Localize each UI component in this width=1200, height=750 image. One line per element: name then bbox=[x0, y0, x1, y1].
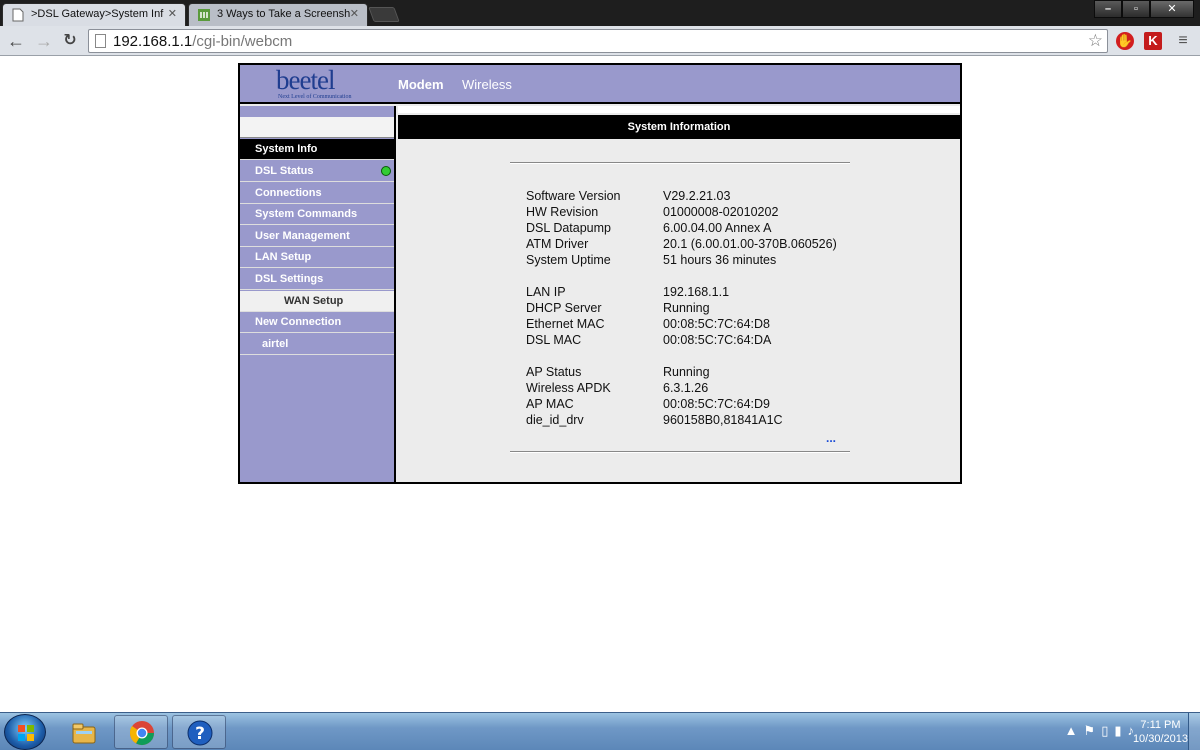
sidebar-item-label: DSL Status bbox=[255, 165, 314, 177]
new-tab-button[interactable] bbox=[368, 7, 400, 22]
help-icon: ? bbox=[187, 720, 213, 746]
info-row-dsl-datapump: DSL Datapump 6.00.04.00 Annex A bbox=[526, 221, 772, 235]
more-info-link[interactable]: ... bbox=[826, 431, 836, 445]
clock-time: 7:11 PM bbox=[1140, 719, 1181, 731]
page-icon bbox=[95, 34, 106, 48]
forward-arrow-icon[interactable]: → bbox=[34, 31, 54, 51]
tab-title: >DSL Gateway>System Inf bbox=[31, 8, 164, 20]
sidebar-item-lan-setup[interactable]: LAN Setup bbox=[240, 247, 394, 268]
sidebar-item-new-connection[interactable]: New Connection bbox=[240, 312, 394, 333]
svg-text:?: ? bbox=[195, 724, 205, 744]
info-row-dsl-mac: DSL MAC 00:08:5C:7C:64:DA bbox=[526, 333, 772, 347]
tab-close-icon[interactable]: ✕ bbox=[350, 4, 359, 25]
show-desktop-button[interactable] bbox=[1188, 713, 1200, 750]
info-row-ap-status: AP Status Running bbox=[526, 365, 710, 379]
start-button[interactable] bbox=[4, 714, 46, 750]
browser-toolbar: ← → ↻ 192.168.1.1/cgi-bin/webcm ☆ ✋ K ≡ bbox=[0, 26, 1200, 56]
info-row-lan-ip: LAN IP 192.168.1.1 bbox=[526, 285, 730, 299]
divider bbox=[510, 451, 850, 453]
bookmark-star-icon[interactable]: ☆ bbox=[1088, 30, 1103, 52]
taskbar-chrome[interactable] bbox=[114, 715, 168, 749]
minimize-button[interactable]: – bbox=[1094, 0, 1122, 18]
url-text[interactable]: 192.168.1.1/cgi-bin/webcm bbox=[113, 32, 292, 51]
beetel-logo: beetel Next Level of Communication bbox=[276, 65, 352, 101]
reload-icon[interactable]: ↻ bbox=[60, 31, 80, 51]
info-row-die-id-drv: die_id_drv 960158B0,81841A1C bbox=[526, 413, 783, 427]
info-row-atm-driver: ATM Driver 20.1 (6.00.01.00-370B.060526) bbox=[526, 237, 837, 251]
browser-tab-strip: >DSL Gateway>System Inf ✕ 3 Ways to Take… bbox=[0, 0, 1200, 26]
taskbar-help[interactable]: ? bbox=[172, 715, 226, 749]
menu-icon[interactable]: ≡ bbox=[1174, 32, 1192, 50]
content-strip bbox=[398, 106, 960, 113]
router-admin-page: beetel Next Level of Communication Modem… bbox=[238, 63, 962, 484]
sidebar-nav: System Info DSL Status Connections Syste… bbox=[240, 106, 396, 482]
tab-close-icon[interactable]: ✕ bbox=[168, 4, 177, 25]
dsl-status-indicator-icon bbox=[381, 166, 391, 176]
page-title: System Information bbox=[398, 115, 960, 139]
chrome-icon bbox=[129, 721, 154, 746]
safely-remove-icon[interactable]: ▯ bbox=[1101, 723, 1114, 738]
address-bar[interactable]: 192.168.1.1/cgi-bin/webcm ☆ bbox=[88, 29, 1108, 53]
tab-dsl-gateway[interactable]: >DSL Gateway>System Inf ✕ bbox=[2, 3, 186, 26]
wikihow-icon bbox=[198, 9, 210, 21]
sidebar-item-airtel[interactable]: airtel bbox=[240, 334, 394, 355]
action-center-flag-icon[interactable]: ⚑ bbox=[1084, 723, 1102, 738]
back-arrow-icon[interactable]: ← bbox=[6, 31, 26, 51]
clock-date: 10/30/2013 bbox=[1132, 733, 1188, 745]
info-row-dhcp-server: DHCP Server Running bbox=[526, 301, 710, 315]
divider bbox=[510, 162, 850, 164]
taskbar-explorer[interactable] bbox=[56, 715, 110, 749]
router-header: beetel Next Level of Communication Modem… bbox=[240, 65, 960, 104]
sidebar-item-system-info[interactable]: System Info bbox=[240, 139, 394, 160]
info-row-hw-revision: HW Revision 01000008-02010202 bbox=[526, 205, 779, 219]
sidebar-spacer bbox=[240, 117, 394, 138]
sidebar-item-dsl-status[interactable]: DSL Status bbox=[240, 161, 394, 182]
system-clock[interactable]: 7:11 PM 10/30/2013 bbox=[1133, 718, 1188, 746]
info-row-ap-mac: AP MAC 00:08:5C:7C:64:D9 bbox=[526, 397, 771, 411]
window-controls: – ▫ ✕ bbox=[1094, 0, 1194, 20]
info-row-wireless-apdk: Wireless APDK 6.3.1.26 bbox=[526, 381, 709, 395]
tab-title: 3 Ways to Take a Screensh bbox=[217, 8, 351, 20]
kaspersky-icon[interactable]: K bbox=[1144, 32, 1162, 50]
sidebar-item-wan-setup[interactable]: WAN Setup bbox=[240, 291, 394, 312]
page-icon bbox=[12, 8, 24, 22]
tab-modem[interactable]: Modem bbox=[398, 77, 444, 92]
info-row-ethernet-mac: Ethernet MAC 00:08:5C:7C:64:D8 bbox=[526, 317, 771, 331]
network-signal-icon[interactable]: ▮ bbox=[1114, 723, 1127, 738]
adblock-stop-icon[interactable]: ✋ bbox=[1116, 32, 1134, 50]
info-row-system-uptime: System Uptime 51 hours 36 minutes bbox=[526, 253, 777, 267]
sidebar-item-dsl-settings[interactable]: DSL Settings bbox=[240, 269, 394, 290]
info-row-software-version: Software Version V29.2.21.03 bbox=[526, 189, 731, 203]
tab-wireless[interactable]: Wireless bbox=[462, 77, 512, 92]
restore-button[interactable]: ▫ bbox=[1122, 0, 1150, 18]
system-tray: ▲⚑▯▮♪ bbox=[1065, 723, 1140, 739]
close-button[interactable]: ✕ bbox=[1150, 0, 1194, 18]
sidebar-item-connections[interactable]: Connections bbox=[240, 183, 394, 204]
sidebar-item-user-management[interactable]: User Management bbox=[240, 226, 394, 247]
tray-expand-icon[interactable]: ▲ bbox=[1065, 723, 1084, 738]
explorer-icon bbox=[72, 723, 96, 744]
tab-screenshot-article[interactable]: 3 Ways to Take a Screensh ✕ bbox=[188, 3, 368, 26]
sidebar-item-system-commands[interactable]: System Commands bbox=[240, 204, 394, 225]
system-info-panel: System Information Software Version V29.2… bbox=[398, 106, 960, 482]
windows-taskbar: ? ▲⚑▯▮♪ 7:11 PM 10/30/2013 bbox=[0, 712, 1200, 750]
windows-logo-icon bbox=[18, 725, 34, 741]
